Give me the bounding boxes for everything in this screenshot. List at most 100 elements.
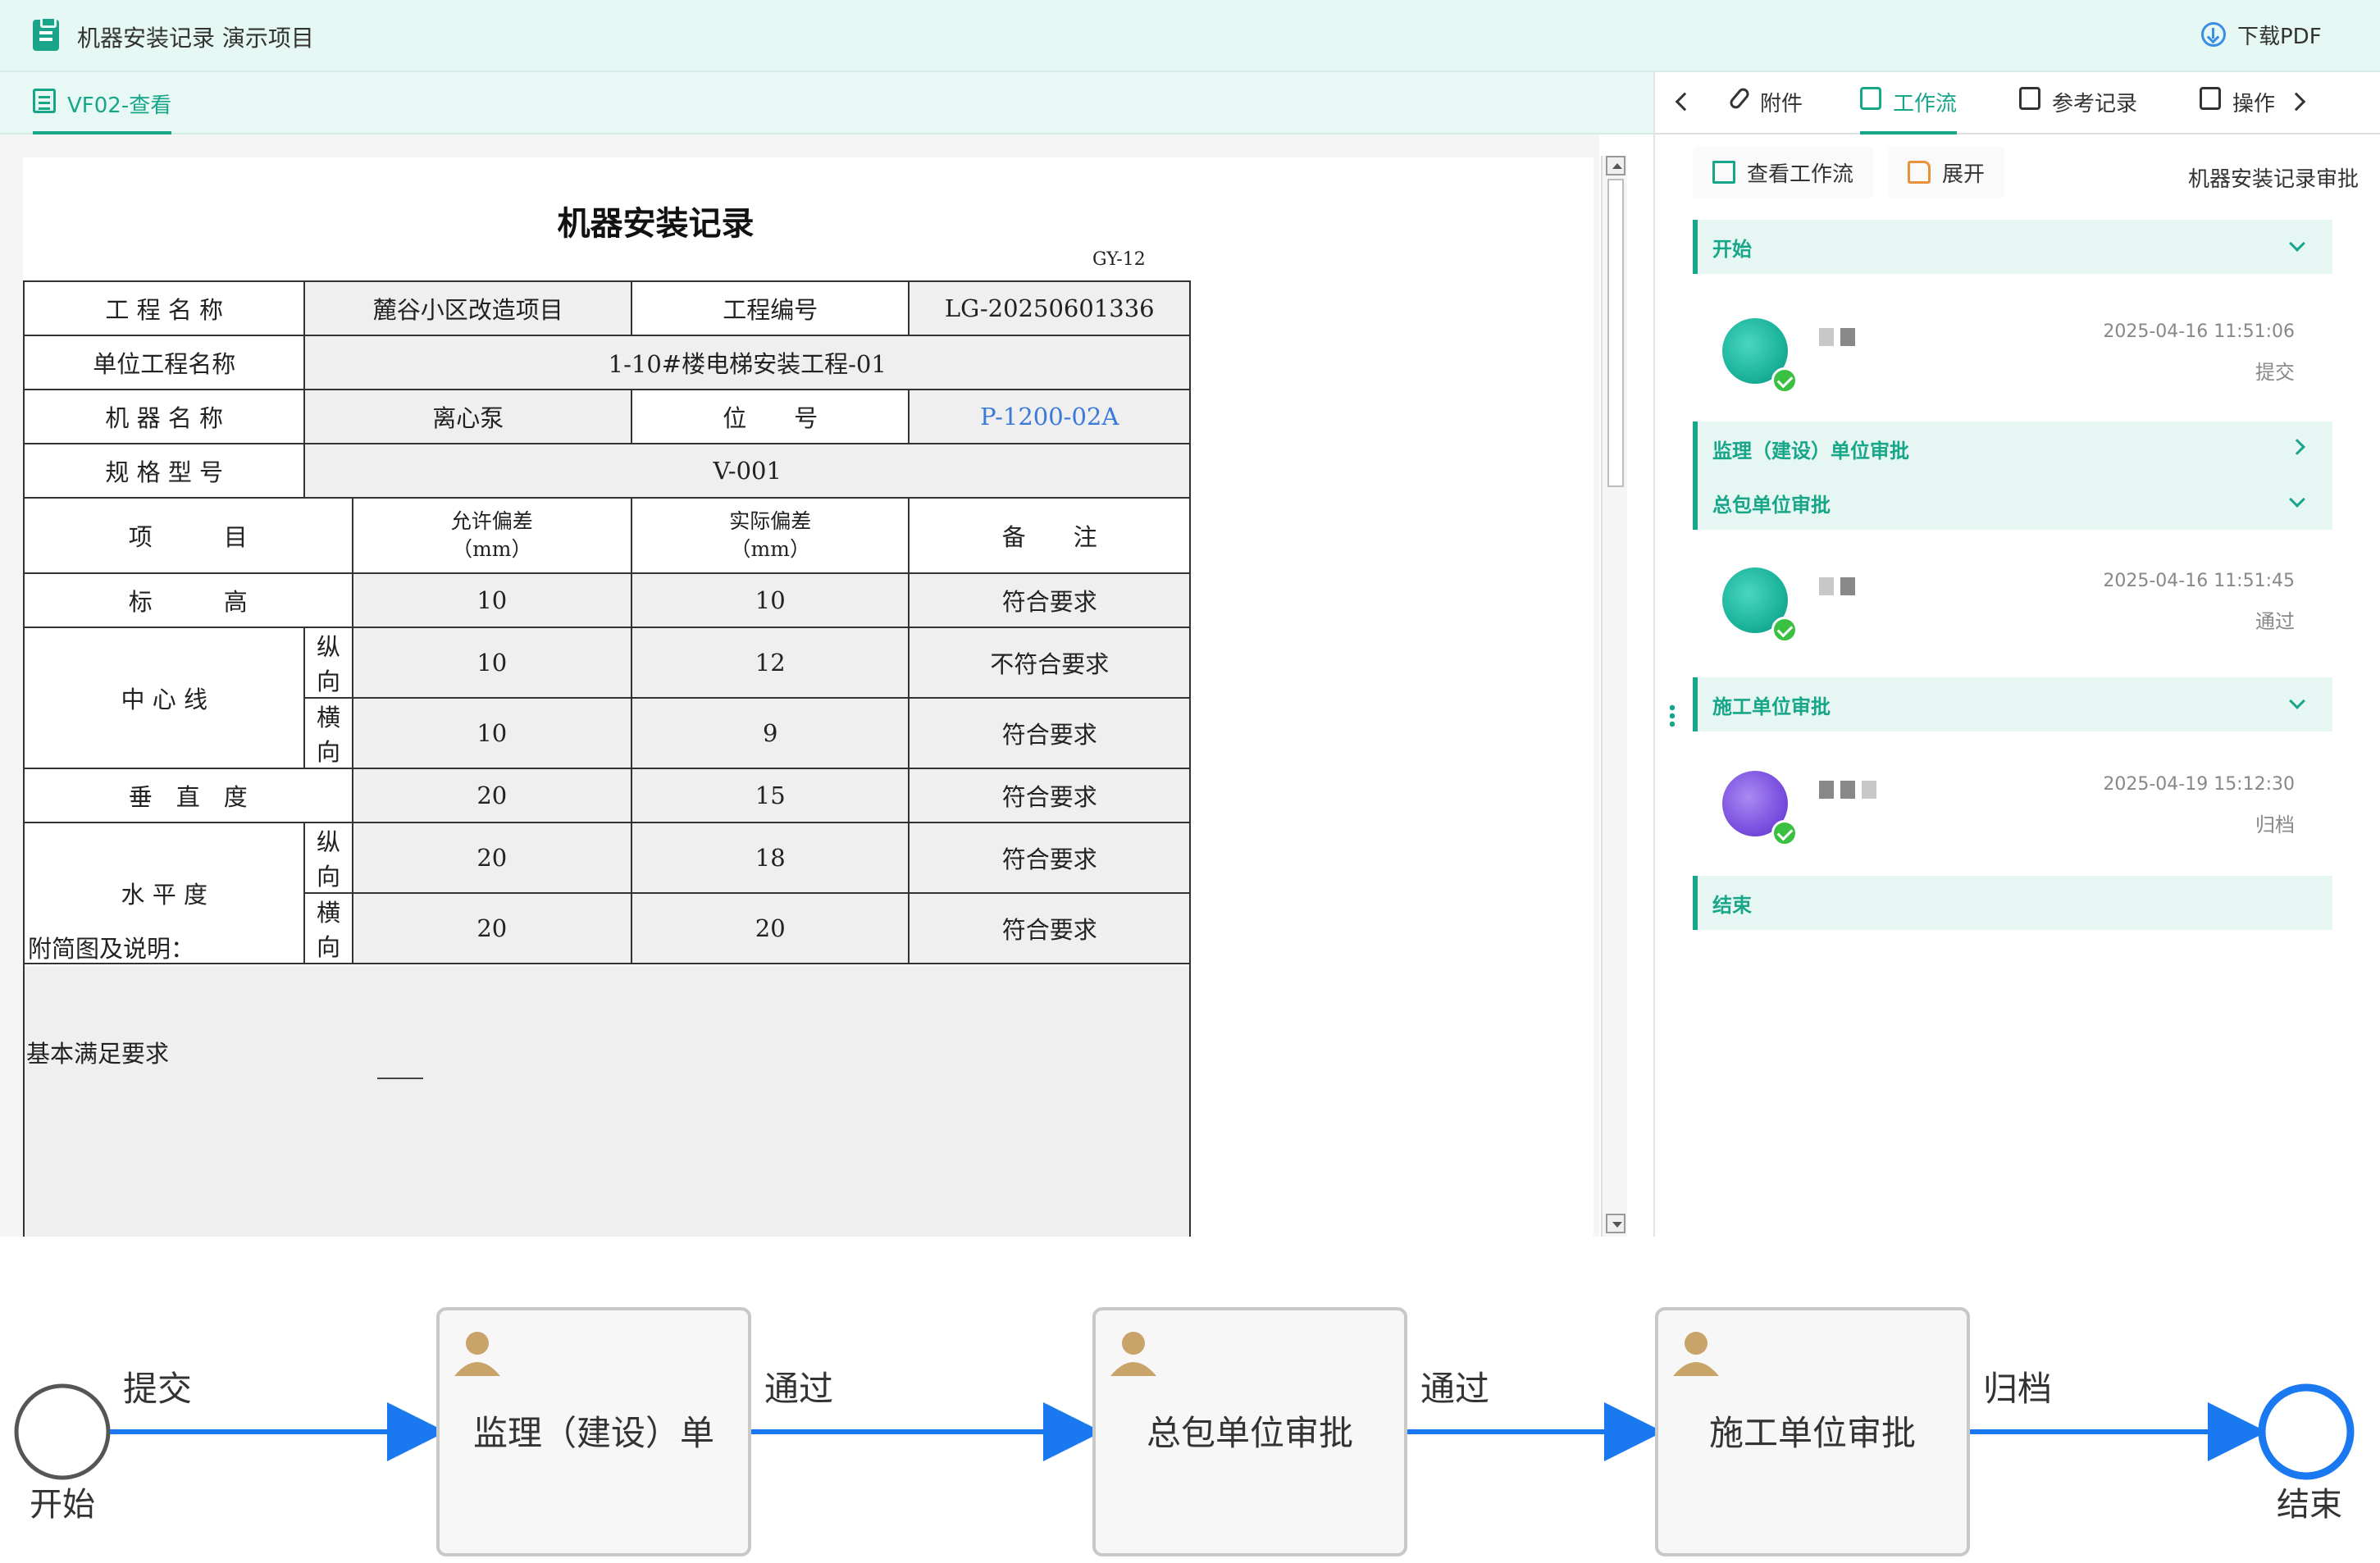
row-label: 中 心 线 xyxy=(22,627,306,769)
tab-label: 附件 xyxy=(1760,92,1803,116)
cell-label: 工 程 名 称 xyxy=(22,280,306,336)
edge-label-pass-1: 通过 xyxy=(764,1369,833,1409)
header-actual: 实际偏差 （mm） xyxy=(631,497,910,574)
cell-label: 机 器 名 称 xyxy=(22,389,306,444)
cell-machine-value: 离心泵 xyxy=(303,389,633,444)
tab-label: 参考记录 xyxy=(2052,92,2138,116)
stage-supervision[interactable]: 监理（建设）单位审批 xyxy=(1693,422,2332,476)
header-allow-unit: （mm） xyxy=(452,537,532,561)
stage-construction[interactable]: 施工单位审批 xyxy=(1693,677,2332,731)
workflow-toolbar: 查看工作流 展开 机器安装记录审批 xyxy=(1655,134,2380,208)
blurred-name xyxy=(1819,577,1855,595)
start-event[interactable] xyxy=(14,1383,111,1480)
view-workflow-label: 查看工作流 xyxy=(1747,162,1854,187)
cell-project-name: 麓谷小区改造项目 xyxy=(303,280,633,336)
cell-spec-value: V-001 xyxy=(303,443,1191,499)
cell-actual: 9 xyxy=(631,697,910,769)
task-node-supervision[interactable]: 监理（建设）单 xyxy=(436,1307,751,1556)
entry-action: 归档 xyxy=(2255,813,2295,836)
cell-remark: 不符合要求 xyxy=(908,627,1191,699)
tab-attachments[interactable]: 附件 xyxy=(1727,85,1803,134)
paperclip-icon xyxy=(1727,85,1752,112)
stage-start[interactable]: 开始 xyxy=(1693,220,2332,274)
table-row: 标 高 10 10 符合要求 xyxy=(23,572,1191,628)
workflow-entry: 2025-04-19 15:12:30 归档 xyxy=(1693,741,2332,864)
attachment-label: 附简图及说明： xyxy=(23,918,1191,966)
edge-label-pass-2: 通过 xyxy=(1420,1369,1489,1409)
check-icon xyxy=(1771,367,1798,394)
chevron-left-icon[interactable] xyxy=(1675,92,1694,112)
workflow-icon xyxy=(1860,87,1881,110)
view-workflow-button[interactable]: 查看工作流 xyxy=(1693,146,1874,198)
more-vertical-icon[interactable] xyxy=(1670,704,1675,728)
top-bar: 机器安装记录 演示项目 下载PDF xyxy=(0,0,2380,72)
table-row: 中 心 线 纵向 10 12 不符合要求 xyxy=(22,627,1191,769)
chevron-right-icon[interactable] xyxy=(2287,92,2306,112)
header-allow: 允许偏差 （mm） xyxy=(351,497,633,574)
end-label: 结束 xyxy=(2277,1486,2342,1524)
process-flow-diagram: 开始 提交 通过 通过 归档 监理（建设）单 总包单位审批 施工单位审批 结束 xyxy=(0,1237,2380,1563)
expand-label: 展开 xyxy=(1942,162,1986,187)
header-item: 项 目 xyxy=(23,497,353,574)
entry-time: 2025-04-16 11:51:45 xyxy=(2103,571,2295,591)
cell-actual: 18 xyxy=(631,822,910,894)
stage-general-contractor[interactable]: 总包单位审批 xyxy=(1693,476,2332,530)
right-panel: 附件 工作流 参考记录 操作 查看工作流 展开 机器安装记录审批 开始 2025… xyxy=(1653,72,2380,1237)
entry-time: 2025-04-16 11:51:06 xyxy=(2103,321,2295,342)
cell-label: 位 号 xyxy=(631,389,910,444)
table-row: 垂 直 度 20 15 符合要求 xyxy=(23,768,1191,823)
tab-operations[interactable]: 操作 xyxy=(2200,87,2275,134)
document-scrollbar[interactable] xyxy=(1601,156,1627,1237)
entry-time: 2025-04-19 15:12:30 xyxy=(2103,774,2295,795)
download-pdf-button[interactable]: 下载PDF xyxy=(2201,18,2322,51)
blurred-name xyxy=(1819,781,1876,799)
end-event[interactable] xyxy=(2258,1383,2355,1480)
task-node-general-contractor[interactable]: 总包单位审批 xyxy=(1092,1307,1407,1556)
entry-action: 提交 xyxy=(2255,361,2295,384)
flow-svg: 开始 提交 通过 通过 归档 监理（建设）单 总包单位审批 施工单位审批 结束 xyxy=(14,1307,2355,1556)
document-page: 机器安装记录 GY-12 工 程 名 称 麓谷小区改造项目 工程编号 LG-20… xyxy=(22,157,1594,1237)
cell-label: 规 格 型 号 xyxy=(22,443,306,499)
document-icon xyxy=(33,89,56,113)
scroll-down-button[interactable] xyxy=(1606,1214,1625,1233)
tab-references[interactable]: 参考记录 xyxy=(2019,87,2137,134)
scroll-thumb[interactable] xyxy=(1607,179,1624,487)
stage-label: 施工单位审批 xyxy=(1712,695,1831,718)
check-icon xyxy=(1771,617,1798,643)
table-row: 单位工程名称 1-10#楼电梯安装工程-01 xyxy=(22,335,1191,390)
table-row: 工 程 名 称 麓谷小区改造项目 工程编号 LG-20250601336 xyxy=(22,280,1191,336)
cell-remark: 符合要求 xyxy=(908,768,1191,823)
start-label: 开始 xyxy=(30,1486,95,1524)
table-header-row: 项 目 允许偏差 （mm） 实际偏差 （mm） 备 注 xyxy=(23,497,1191,574)
cell-allow: 10 xyxy=(351,627,633,699)
blurred-name xyxy=(1819,328,1855,346)
task-label: 施工单位审批 xyxy=(1709,1413,1916,1453)
cell-label: 工程编号 xyxy=(631,280,910,336)
tab-vf02-view[interactable]: VF02-查看 xyxy=(33,89,172,134)
stage-label: 开始 xyxy=(1712,237,1752,261)
right-tab-bar: 附件 工作流 参考记录 操作 xyxy=(1655,72,2380,134)
stage-end[interactable]: 结束 xyxy=(1693,876,2332,930)
stage-label: 总包单位审批 xyxy=(1712,493,1831,517)
tab-workflow[interactable]: 工作流 xyxy=(1860,87,1958,134)
document-tab-bar: VF02-查看 xyxy=(0,72,1657,134)
row-sublabel: 横向 xyxy=(303,697,353,769)
cell-project-no: LG-20250601336 xyxy=(908,280,1191,336)
table-row: 水 平 度 纵向 20 18 符合要求 xyxy=(22,822,1191,964)
chevron-right-icon xyxy=(2289,439,2305,455)
task-node-construction[interactable]: 施工单位审批 xyxy=(1655,1307,1970,1556)
workflow-name: 机器安装记录审批 xyxy=(2187,167,2359,192)
cell-position-value: P-1200-02A xyxy=(908,389,1191,444)
header-allow-label: 允许偏差 xyxy=(450,509,533,533)
tab-label: 工作流 xyxy=(1893,92,1958,116)
download-icon xyxy=(2201,22,2226,47)
row-sublabel: 纵向 xyxy=(303,822,353,894)
check-icon xyxy=(1771,820,1798,846)
expand-button[interactable]: 展开 xyxy=(1888,146,2005,198)
scroll-up-button[interactable] xyxy=(1606,156,1625,175)
cell-allow: 20 xyxy=(351,822,633,894)
header-remark: 备 注 xyxy=(908,497,1191,574)
task-label: 监理（建设）单 xyxy=(473,1413,714,1453)
tree-icon xyxy=(1712,161,1735,184)
row-sublabel: 纵向 xyxy=(303,627,353,699)
